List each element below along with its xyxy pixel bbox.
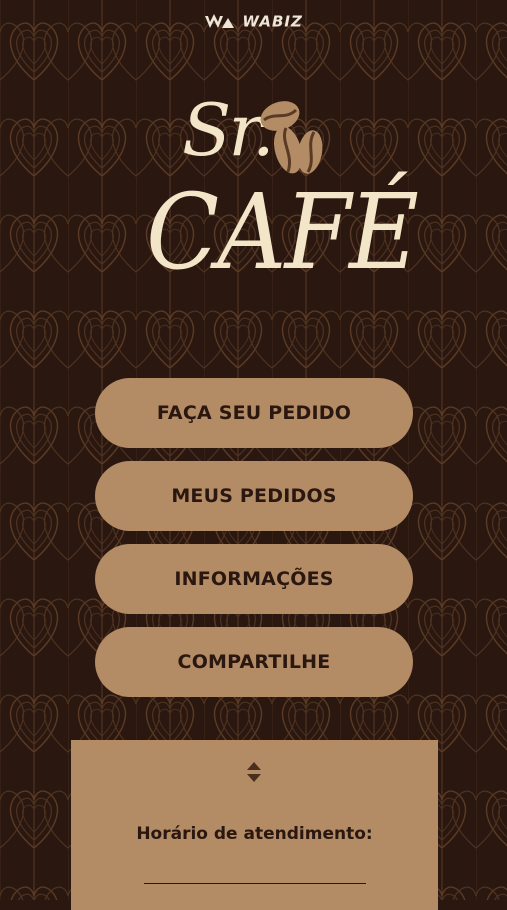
wabiz-logo-text: WABIZ: [242, 12, 303, 31]
opening-hours-panel: Horário de atendimento:: [71, 740, 438, 910]
wabiz-mark-icon: [205, 13, 235, 28]
sr-cafe-logo: Sr. CAFÉ: [0, 88, 507, 318]
expand-collapse-icon[interactable]: [244, 760, 264, 784]
information-button[interactable]: INFORMAÇÕES: [95, 544, 413, 614]
my-orders-button[interactable]: MEUS PEDIDOS: [95, 461, 413, 531]
logo-cafe-text: CAFÉ: [146, 171, 419, 293]
opening-hours-title: Horário de atendimento:: [136, 824, 373, 844]
share-button[interactable]: COMPARTILHE: [95, 627, 413, 697]
coffee-beans-icon: [260, 101, 323, 174]
order-button[interactable]: FAÇA SEU PEDIDO: [95, 378, 413, 448]
wabiz-logo: WABIZ: [0, 12, 507, 31]
main-menu: FAÇA SEU PEDIDO MEUS PEDIDOS INFORMAÇÕES…: [95, 378, 413, 710]
divider: [144, 883, 366, 884]
